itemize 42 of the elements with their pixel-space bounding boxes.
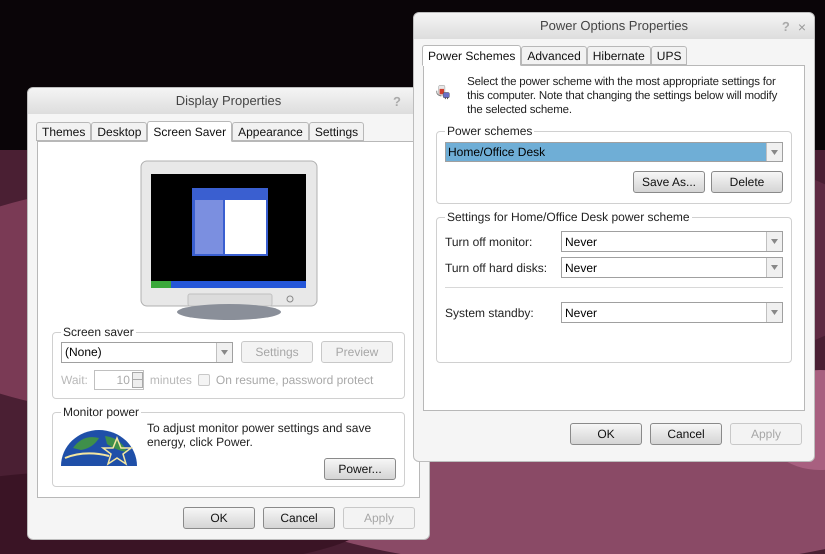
dialog-button[interactable]: Delete	[711, 171, 783, 193]
dialog-button[interactable]: Cancel	[263, 507, 335, 529]
setting-label: System standby:	[445, 304, 535, 322]
wait-label: Wait:	[61, 372, 88, 389]
dialog-button[interactable]: Cancel	[650, 423, 722, 445]
group-label: Screen saver	[62, 324, 135, 341]
caret-icon	[766, 232, 782, 251]
spin-arrows-icon	[132, 372, 143, 388]
group-label: Settings for Home/Office Desk power scheme	[446, 209, 691, 226]
tab[interactable]: Settings	[308, 122, 364, 141]
screensaver-dropdown[interactable]: (None)	[61, 342, 233, 362]
setting-label: Turn off monitor:	[445, 234, 534, 250]
caret-icon	[216, 342, 232, 362]
tab[interactable]: Hibernate	[586, 46, 651, 65]
minutes-label: minutes	[150, 372, 192, 389]
dialog-button[interactable]: OK	[570, 423, 642, 445]
group-label: Monitor power	[62, 404, 140, 421]
window-title: Power Options Properties	[540, 17, 688, 36]
description-text: Select the power scheme with the most appropriate settings for this computer. Note that changing the settings below will modify the selected scheme.	[467, 75, 778, 117]
checkbox-label: On resume, password protect	[216, 372, 374, 389]
tab[interactable]: Appearance	[232, 122, 309, 141]
caret-icon	[766, 303, 782, 322]
setting-dropdown[interactable]: Never	[561, 257, 783, 278]
caret-icon	[766, 258, 782, 277]
setting-dropdown[interactable]: Never	[561, 231, 783, 252]
dialog-button[interactable]: Save As...	[633, 171, 705, 193]
window-title: Display Properties	[176, 92, 282, 110]
tab[interactable]: Desktop	[91, 122, 148, 141]
tab[interactable]: UPS	[650, 46, 688, 65]
globe-star-icon	[61, 428, 137, 466]
setting-label: Turn off hard disks:	[445, 260, 548, 276]
caret-icon	[766, 143, 782, 161]
monitor-power-text: To adjust monitor power settings and save energy, click Power.	[147, 421, 372, 449]
scheme-dropdown[interactable]: Home/Office Desk	[445, 142, 783, 162]
setting-dropdown[interactable]: Never	[561, 302, 783, 323]
tab[interactable]: Advanced	[521, 46, 587, 65]
tab[interactable]: Power Schemes	[422, 45, 522, 66]
tab[interactable]: Screen Saver	[147, 121, 232, 142]
dialog-button[interactable]: Power...	[324, 458, 396, 480]
tab[interactable]: Themes	[36, 122, 92, 141]
dialog-button[interactable]: OK	[183, 507, 255, 529]
group-label: Power schemes	[446, 123, 534, 140]
